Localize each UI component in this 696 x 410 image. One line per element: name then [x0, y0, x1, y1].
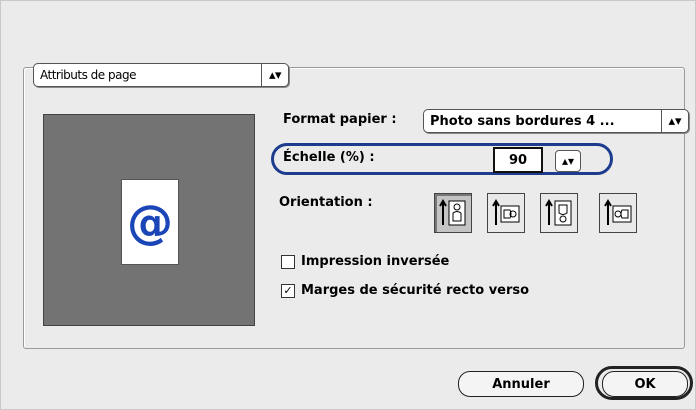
portrait-reversed-person-icon [545, 199, 572, 226]
up-down-arrows-icon: ▴▾ [661, 110, 688, 132]
duplex-margins-option[interactable]: ✓ Marges de sécurité recto verso [281, 283, 529, 298]
duplex-margins-checkbox[interactable]: ✓ [281, 283, 295, 298]
orientation-landscape-right-button[interactable] [599, 193, 637, 233]
reverse-printing-label: Impression inversée [301, 254, 450, 269]
duplex-margins-label: Marges de sécurité recto verso [301, 283, 530, 298]
page-setup-dialog: Attributs de page ▴▾ @ Format papier : P… [0, 0, 696, 410]
scale-label: Échelle (%) : [283, 150, 375, 165]
section-selector-popup[interactable]: Attributs de page ▴▾ [33, 63, 289, 87]
landscape-left-person-icon [492, 199, 520, 225]
up-down-arrows-icon: ▴▾ [261, 64, 288, 86]
scale-input[interactable]: 90 [493, 147, 543, 173]
paper-format-popup[interactable]: Photo sans bordures 4 ... ▴▾ [423, 109, 689, 133]
up-down-arrows-icon: ▴▾ [561, 154, 575, 168]
checkmark-icon: ✓ [283, 284, 293, 297]
orientation-label: Orientation : [279, 195, 373, 210]
section-selector-value: Attributs de page [40, 68, 136, 82]
orientation-portrait-button[interactable] [434, 193, 472, 233]
reverse-printing-checkbox[interactable] [281, 254, 295, 269]
paper-format-value: Photo sans bordures 4 ... [430, 113, 615, 129]
reverse-printing-option[interactable]: Impression inversée [281, 254, 449, 269]
page-preview: @ [43, 114, 255, 326]
ok-button[interactable]: OK [602, 371, 688, 397]
portrait-person-icon [439, 199, 466, 226]
at-symbol-icon: @ [127, 195, 173, 249]
preview-page-sheet: @ [121, 179, 179, 265]
cancel-button[interactable]: Annuler [458, 371, 584, 397]
scale-stepper[interactable]: ▴▾ [555, 150, 581, 172]
paper-format-label: Format papier : [283, 112, 397, 127]
landscape-right-person-icon [604, 199, 632, 225]
orientation-portrait-reversed-button[interactable] [540, 193, 578, 233]
orientation-landscape-left-button[interactable] [487, 193, 525, 233]
